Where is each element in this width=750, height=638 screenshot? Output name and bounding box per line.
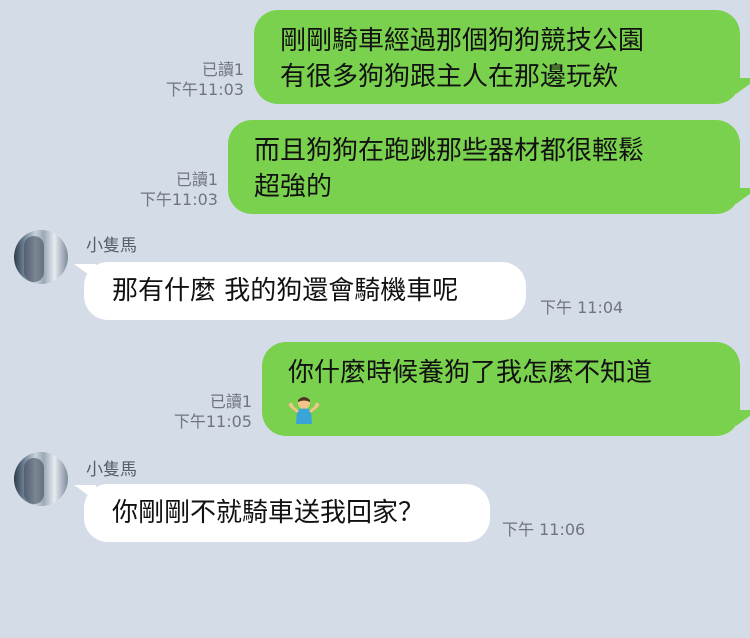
message-meta: 已讀1 下午11:05 bbox=[174, 392, 252, 432]
outgoing-message-bubble[interactable]: 你什麼時候養狗了我怎麼不知道 bbox=[262, 342, 740, 436]
message-line: 你什麼時候養狗了我怎麼不知道 bbox=[288, 358, 653, 388]
sender-name: 小隻馬 bbox=[86, 236, 137, 256]
timestamp: 下午 11:04 bbox=[540, 298, 624, 317]
message-line: 超強的 bbox=[254, 172, 333, 202]
message-line: 剛剛騎車經過那個狗狗競技公園 bbox=[280, 26, 645, 56]
timestamp: 下午11:05 bbox=[173, 412, 252, 431]
message-meta: 已讀1 下午11:03 bbox=[166, 60, 244, 100]
outgoing-message-bubble[interactable]: 剛剛騎車經過那個狗狗競技公園 有很多狗狗跟主人在那邊玩欸 bbox=[254, 10, 740, 104]
chat-area: 剛剛騎車經過那個狗狗競技公園 有很多狗狗跟主人在那邊玩欸 已讀1 下午11:03… bbox=[0, 0, 750, 638]
avatar[interactable] bbox=[14, 452, 68, 506]
message-line: 而且狗狗在跑跳那些器材都很輕鬆 bbox=[254, 136, 645, 166]
message-line: 那有什麼 我的狗還會騎機車呢 bbox=[112, 276, 459, 306]
read-receipt: 已讀1 bbox=[209, 392, 252, 411]
sender-name: 小隻馬 bbox=[86, 460, 137, 480]
timestamp: 下午11:03 bbox=[165, 80, 244, 99]
timestamp: 下午11:03 bbox=[139, 190, 218, 209]
avatar[interactable] bbox=[14, 230, 68, 284]
message-line: 你剛剛不就騎車送我回家？ bbox=[112, 498, 425, 528]
message-meta: 已讀1 下午11:03 bbox=[140, 170, 218, 210]
person-shrugging-emoji bbox=[288, 394, 320, 426]
read-receipt: 已讀1 bbox=[201, 60, 244, 79]
shrug-icon bbox=[288, 396, 320, 424]
message-line: 有很多狗狗跟主人在那邊玩欸 bbox=[280, 62, 619, 92]
read-receipt: 已讀1 bbox=[175, 170, 218, 189]
timestamp: 下午 11:06 bbox=[502, 520, 586, 539]
incoming-message-bubble[interactable]: 你剛剛不就騎車送我回家？ bbox=[84, 484, 490, 542]
incoming-message-bubble[interactable]: 那有什麼 我的狗還會騎機車呢 bbox=[84, 262, 526, 320]
outgoing-message-bubble[interactable]: 而且狗狗在跑跳那些器材都很輕鬆 超強的 bbox=[228, 120, 740, 214]
emoji-line bbox=[288, 391, 714, 427]
